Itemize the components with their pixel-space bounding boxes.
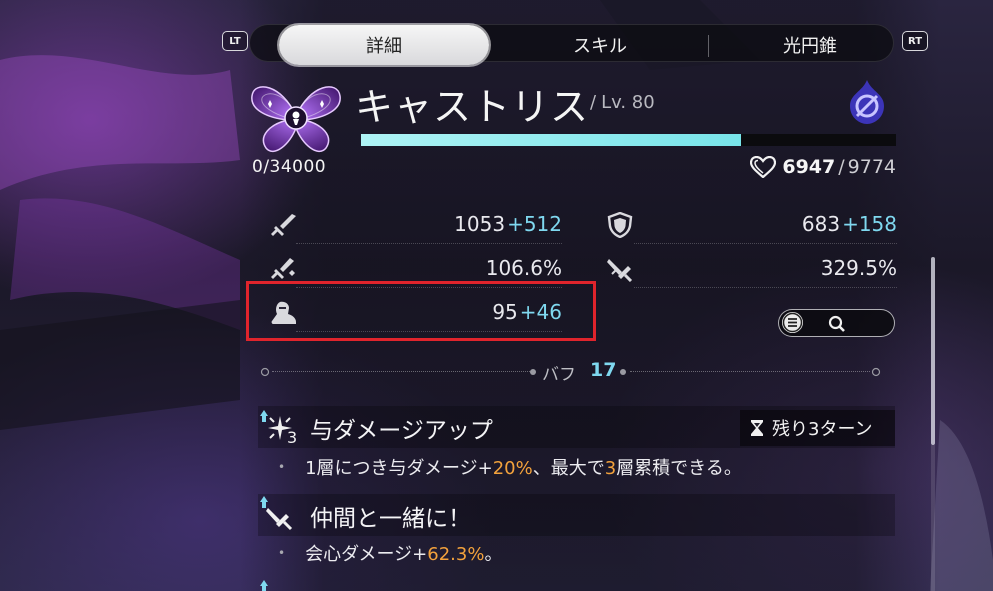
stat-def-bonus: +158 xyxy=(842,212,897,236)
buff-description: • 会心ダメージ+62.3%。 xyxy=(278,540,502,566)
exp-counter: 0/34000 xyxy=(252,157,327,177)
divider xyxy=(634,287,897,288)
character-name: キャストリス xyxy=(355,85,590,129)
divider-ornament xyxy=(871,367,881,377)
sword-icon xyxy=(271,214,296,236)
buff-duration: 残り3ターン xyxy=(740,410,895,446)
buff-label: バフ xyxy=(542,365,576,385)
divider xyxy=(634,243,897,244)
stat-filter-button[interactable] xyxy=(778,309,895,337)
spd-highlight-box xyxy=(246,281,596,341)
stat-def-value: 683 +158 xyxy=(802,212,897,236)
buff-title: 与ダメージアップ xyxy=(310,418,493,444)
divider-ornament xyxy=(260,367,270,377)
bullet-icon: • xyxy=(278,460,286,474)
rt-button-hint[interactable]: RT xyxy=(902,31,928,51)
stat-crit-dmg-value: 329.5% xyxy=(820,256,897,280)
remembrance-path-icon xyxy=(251,86,341,153)
divider xyxy=(296,243,562,244)
character-level: / Lv. 80 xyxy=(590,92,655,113)
tab-details[interactable]: 詳細 xyxy=(279,25,489,65)
level-separator: / xyxy=(590,92,597,113)
stat-crit-rate-value: 106.6% xyxy=(485,256,562,280)
buff-arrow-icon xyxy=(260,580,268,591)
crit-dmg-icon xyxy=(607,259,633,282)
buff-desc-text: 。 xyxy=(484,544,503,565)
buff-desc-text: 1層につき与ダメージ+ xyxy=(305,458,493,479)
buff-title: 仲間と一緒に！ xyxy=(310,506,471,532)
stat-def: 683 +158 xyxy=(606,208,897,242)
together-buff-icon xyxy=(260,496,293,531)
tab-divider xyxy=(708,35,709,57)
tab-light-cone[interactable]: 光円錐 xyxy=(710,27,910,63)
shield-icon xyxy=(607,212,633,238)
hp-display: 6947 / 9774 xyxy=(750,156,896,178)
buff-desc-text: 、最大で xyxy=(532,458,605,479)
buff-desc-text: 層累積できる。 xyxy=(616,458,742,479)
divider xyxy=(272,371,530,372)
buff-desc-text: 会心ダメージ+ xyxy=(305,544,428,565)
buff-desc-highlight: 62.3% xyxy=(427,544,485,565)
hp-bar-fill xyxy=(361,134,742,146)
divider-ornament xyxy=(620,369,626,375)
buff-desc-highlight: 3 xyxy=(604,458,617,479)
stat-atk-base: 1053 xyxy=(454,212,506,236)
search-icon[interactable] xyxy=(828,315,846,333)
lt-button-hint[interactable]: LT xyxy=(222,31,248,51)
stat-crit-dmg: 329.5% xyxy=(606,252,897,286)
hp-max: 9774 xyxy=(847,156,896,178)
divider xyxy=(630,371,870,372)
scrollbar-thumb[interactable] xyxy=(931,257,935,445)
hp-bar xyxy=(361,134,896,146)
buff-section-header: バフ 17 xyxy=(258,359,883,385)
bullet-icon: • xyxy=(278,546,286,560)
scrollbar-track[interactable] xyxy=(931,445,935,591)
divider-ornament xyxy=(530,369,536,375)
buff-stack-count: 3 xyxy=(287,428,298,447)
quantum-element-icon xyxy=(850,80,884,124)
hp-current: 6947 xyxy=(782,156,836,178)
heart-icon xyxy=(750,156,777,178)
stat-atk: 1053 +512 xyxy=(270,208,562,242)
hp-separator: / xyxy=(838,156,845,178)
buff-count: 17 xyxy=(590,359,617,381)
hourglass-icon xyxy=(751,420,763,436)
tab-bar: LT 詳細 スキル 光円錐 RT xyxy=(222,22,928,65)
stat-def-base: 683 xyxy=(801,212,841,236)
stat-atk-value: 1053 +512 xyxy=(454,212,562,236)
buff-desc-highlight: 20% xyxy=(492,458,533,479)
buff-turns-remaining: 残り3ターン xyxy=(772,419,873,440)
crit-rate-icon xyxy=(271,258,295,279)
stat-atk-bonus: +512 xyxy=(507,212,562,236)
level-value: Lv. 80 xyxy=(601,92,655,113)
buff-description: • 1層につき与ダメージ+20%、最大で3層累積できる。 xyxy=(278,454,742,480)
tabs-track: 詳細 スキル 光円錐 xyxy=(249,24,894,65)
tab-skills[interactable]: スキル xyxy=(505,27,695,63)
list-icon[interactable] xyxy=(782,312,803,333)
